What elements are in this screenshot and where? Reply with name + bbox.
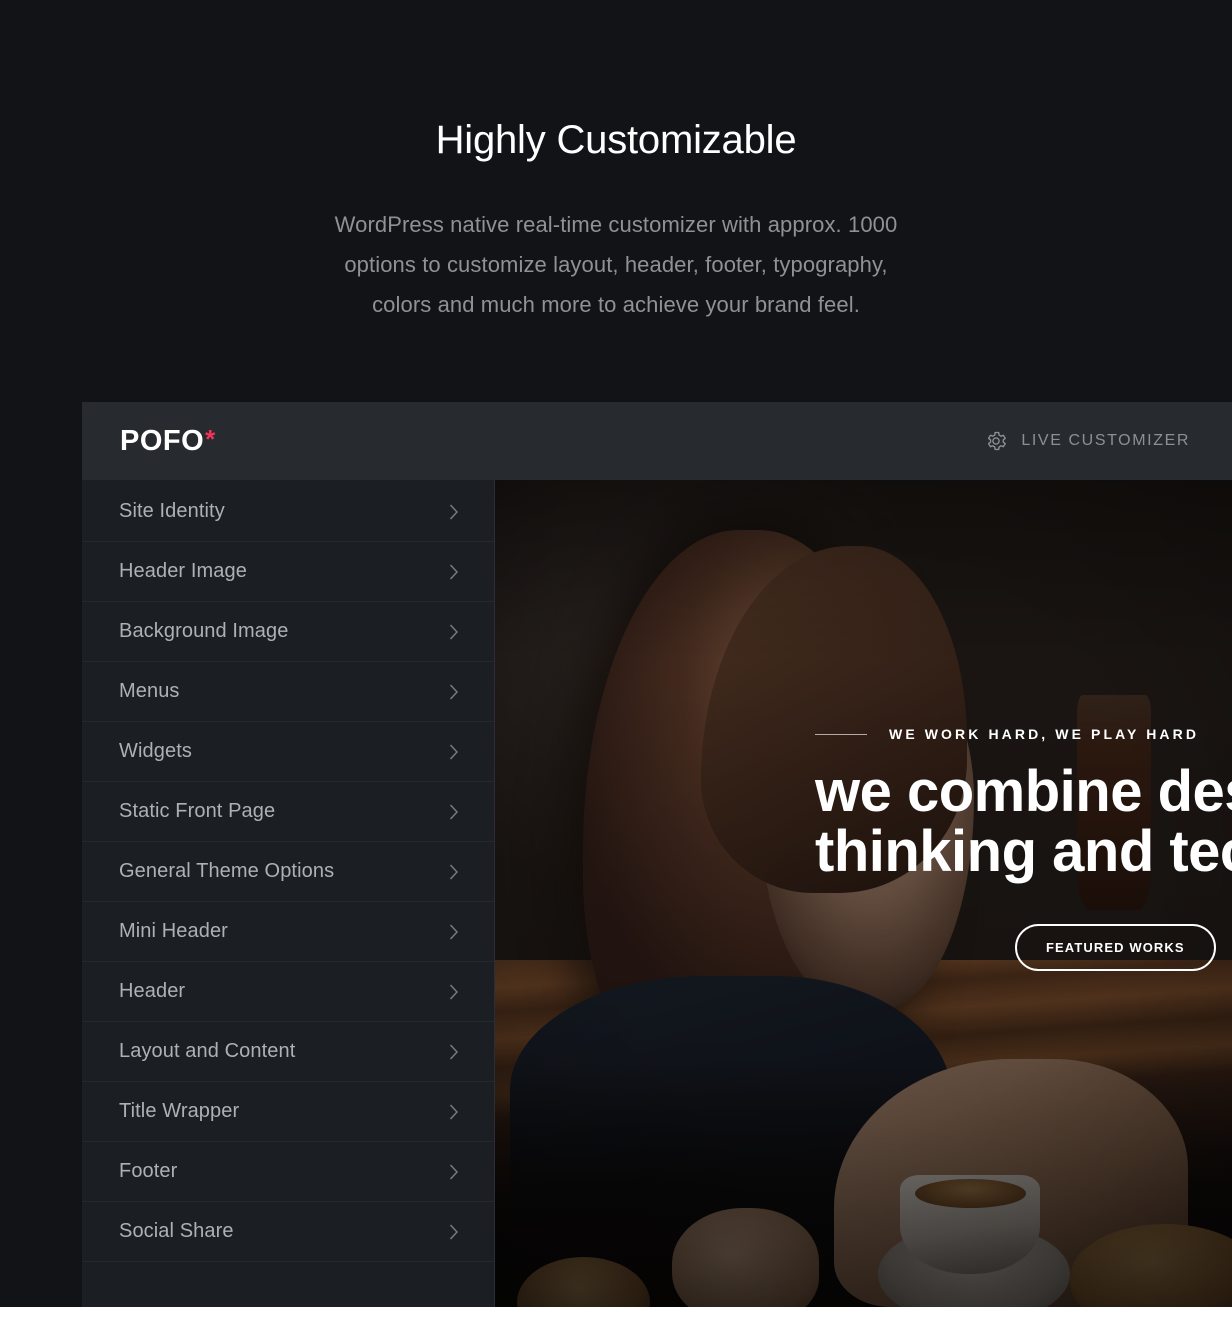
customizer-preview-pane: WE WORK HARD, WE PLAY HARD we combine de… xyxy=(495,480,1232,1307)
chevron-right-icon xyxy=(448,503,460,521)
sidebar-item-label: Mini Header xyxy=(119,920,228,942)
hero-headline-line-2: thinking and tech xyxy=(815,819,1232,884)
sidebar-item-static-front-page[interactable]: Static Front Page xyxy=(82,782,494,842)
sidebar-item-widgets[interactable]: Widgets xyxy=(82,722,494,782)
sidebar-item-label: Menus xyxy=(119,680,180,702)
chevron-right-icon xyxy=(448,683,460,701)
sidebar-item-label: Background Image xyxy=(119,620,289,642)
sidebar-item-label: Social Share xyxy=(119,1220,234,1242)
hero-dash-divider xyxy=(815,733,867,735)
hero-tagline: WE WORK HARD, WE PLAY HARD xyxy=(815,726,1232,742)
customizer-window: POFO * LIVE CUSTOMIZER Site Identity Hea… xyxy=(82,402,1232,1307)
page-title: Highly Customizable xyxy=(435,118,797,162)
chevron-right-icon xyxy=(448,923,460,941)
sidebar-item-title-wrapper[interactable]: Title Wrapper xyxy=(82,1082,494,1142)
hero-headline: we combine design thinking and tech xyxy=(815,762,1232,882)
chevron-right-icon xyxy=(448,1043,460,1061)
sidebar-item-label: Layout and Content xyxy=(119,1040,296,1062)
sidebar-item-site-identity[interactable]: Site Identity xyxy=(82,482,494,542)
pofo-logo[interactable]: POFO * xyxy=(120,423,216,457)
sidebar-item-menus[interactable]: Menus xyxy=(82,662,494,722)
window-body: Site Identity Header Image Background Im… xyxy=(82,480,1232,1307)
chevron-right-icon xyxy=(448,1223,460,1241)
hero-tagline-text: WE WORK HARD, WE PLAY HARD xyxy=(889,726,1200,742)
intro-subtitle-line-2: options to customize layout, header, foo… xyxy=(344,252,888,277)
chevron-right-icon xyxy=(448,863,460,881)
sidebar-item-label: Title Wrapper xyxy=(119,1100,240,1122)
intro-section: Highly Customizable WordPress native rea… xyxy=(0,0,1232,325)
intro-subtitle: WordPress native real-time customizer wi… xyxy=(0,205,1232,325)
live-customizer-button[interactable]: LIVE CUSTOMIZER xyxy=(984,429,1190,453)
live-customizer-label: LIVE CUSTOMIZER xyxy=(1021,432,1190,449)
sidebar-item-social-share[interactable]: Social Share xyxy=(82,1202,494,1262)
page-root: Highly Customizable WordPress native rea… xyxy=(0,0,1232,1307)
logo-asterisk-icon: * xyxy=(205,423,216,454)
sidebar-item-mini-header[interactable]: Mini Header xyxy=(82,902,494,962)
gear-icon xyxy=(984,429,1008,453)
sidebar-item-label: Footer xyxy=(119,1160,178,1182)
hero-headline-line-1: we combine design xyxy=(815,759,1232,824)
chevron-right-icon xyxy=(448,743,460,761)
chevron-right-icon xyxy=(448,1163,460,1181)
sidebar-item-header-image[interactable]: Header Image xyxy=(82,542,494,602)
chevron-right-icon xyxy=(448,623,460,641)
customizer-sidebar: Site Identity Header Image Background Im… xyxy=(82,480,495,1307)
intro-subtitle-line-1: WordPress native real-time customizer wi… xyxy=(334,212,898,237)
chevron-right-icon xyxy=(448,563,460,581)
sidebar-item-footer[interactable]: Footer xyxy=(82,1142,494,1202)
sidebar-item-label: Widgets xyxy=(119,740,192,762)
sidebar-item-label: General Theme Options xyxy=(119,860,335,882)
sidebar-item-label: Header xyxy=(119,980,186,1002)
sidebar-item-label: Static Front Page xyxy=(119,800,276,822)
window-header: POFO * LIVE CUSTOMIZER xyxy=(82,402,1232,480)
sidebar-item-label: Site Identity xyxy=(119,500,225,522)
chevron-right-icon xyxy=(448,803,460,821)
sidebar-item-background-image[interactable]: Background Image xyxy=(82,602,494,662)
logo-text: POFO xyxy=(120,424,205,457)
sidebar-item-layout-and-content[interactable]: Layout and Content xyxy=(82,1022,494,1082)
hero-content: WE WORK HARD, WE PLAY HARD we combine de… xyxy=(815,726,1232,971)
chevron-right-icon xyxy=(448,983,460,1001)
sidebar-item-label: Header Image xyxy=(119,560,247,582)
sidebar-item-general-theme-options[interactable]: General Theme Options xyxy=(82,842,494,902)
chevron-right-icon xyxy=(448,1103,460,1121)
intro-subtitle-line-3: colors and much more to achieve your bra… xyxy=(372,292,860,317)
featured-works-button[interactable]: FEATURED WORKS xyxy=(1015,924,1216,971)
sidebar-item-header[interactable]: Header xyxy=(82,962,494,1022)
